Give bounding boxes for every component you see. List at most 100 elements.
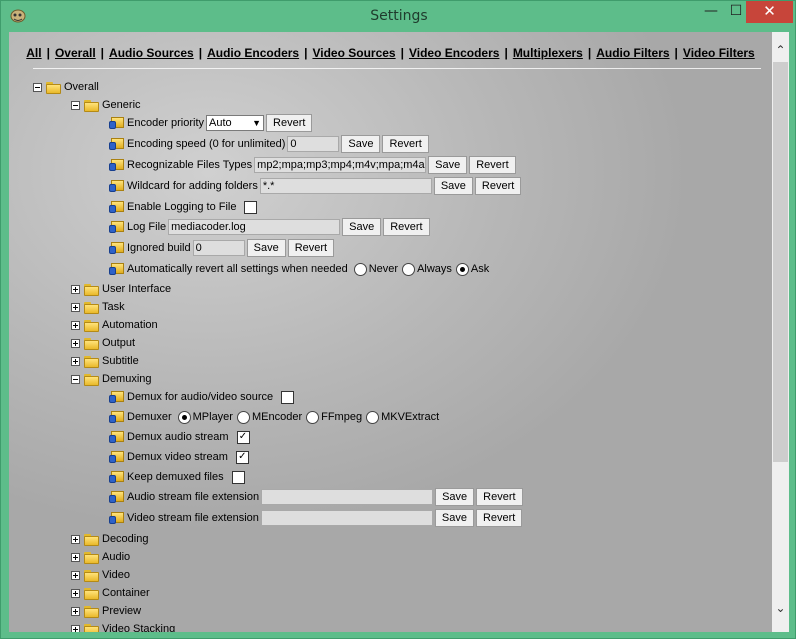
radio-never[interactable] bbox=[353, 262, 367, 276]
tree-node-output[interactable]: Output bbox=[71, 333, 135, 353]
tree-node-container[interactable]: Container bbox=[71, 583, 150, 603]
expand-icon[interactable] bbox=[71, 320, 80, 330]
nav-link-video-encoders[interactable]: Video Encoders bbox=[409, 46, 499, 60]
setting-enable-logging: Enable Logging to File bbox=[109, 197, 258, 217]
revert-button[interactable]: Revert bbox=[474, 177, 522, 195]
expand-icon[interactable] bbox=[71, 588, 80, 598]
tree-node-audio[interactable]: Audio bbox=[71, 547, 130, 567]
keep-demuxed-checkbox[interactable] bbox=[231, 470, 245, 484]
scroll-thumb[interactable] bbox=[773, 62, 788, 462]
setting-audio-ext: Audio stream file extension Save Revert bbox=[109, 487, 523, 507]
expand-icon[interactable] bbox=[71, 552, 80, 562]
setting-demuxer: Demuxer MPlayer MEncoder FFmpeg MKVExtra… bbox=[109, 407, 439, 427]
collapse-icon[interactable] bbox=[71, 100, 80, 110]
scroll-down-arrow-icon[interactable]: ⌄ bbox=[772, 598, 789, 618]
setting-label: Demux video stream bbox=[127, 451, 228, 463]
save-button[interactable]: Save bbox=[434, 509, 474, 527]
settings-window: Settings — ☐ ✕ All | Overall | Audio Sources… bbox=[0, 0, 796, 639]
log-file-input[interactable]: mediacoder.log bbox=[168, 219, 341, 235]
expand-icon[interactable] bbox=[71, 534, 80, 544]
wildcard-input[interactable]: *.* bbox=[259, 178, 432, 194]
nav-link-multiplexers[interactable]: Multiplexers bbox=[513, 46, 583, 60]
save-button[interactable]: Save bbox=[341, 135, 381, 153]
tree-node-generic[interactable]: Generic bbox=[71, 95, 141, 115]
tree-node-subtitle[interactable]: Subtitle bbox=[71, 351, 139, 371]
radio-mencoder[interactable] bbox=[236, 410, 250, 424]
save-button[interactable]: Save bbox=[428, 156, 468, 174]
encoding-speed-input[interactable]: 0 bbox=[287, 136, 340, 152]
folder-icon bbox=[84, 318, 100, 332]
radio-always[interactable] bbox=[402, 262, 416, 276]
revert-button[interactable]: Revert bbox=[287, 239, 335, 257]
tree-node-demuxing[interactable]: Demuxing bbox=[71, 369, 152, 389]
audio-extension-input[interactable] bbox=[261, 489, 434, 505]
setting-label: Ignored build bbox=[127, 242, 191, 254]
save-button[interactable]: Save bbox=[342, 218, 382, 236]
node-label: Automation bbox=[102, 319, 158, 331]
radio-mkvextract[interactable] bbox=[366, 410, 380, 424]
scroll-up-arrow-icon[interactable]: ⌃ bbox=[772, 40, 789, 60]
expand-icon[interactable] bbox=[71, 606, 80, 616]
setting-label: Recognizable Files Types bbox=[127, 159, 253, 171]
demux-audio-checkbox[interactable]: ✓ bbox=[236, 430, 250, 444]
nav-link-overall[interactable]: Overall bbox=[55, 46, 96, 60]
save-button[interactable]: Save bbox=[433, 177, 473, 195]
save-button[interactable]: Save bbox=[435, 488, 475, 506]
collapse-icon[interactable] bbox=[33, 82, 42, 92]
collapse-icon[interactable] bbox=[71, 374, 80, 384]
revert-button[interactable]: Revert bbox=[469, 156, 516, 174]
setting-icon bbox=[109, 157, 125, 173]
save-button[interactable]: Save bbox=[246, 239, 286, 257]
expand-icon[interactable] bbox=[71, 338, 80, 348]
encoder-priority-select[interactable]: Auto ▼ bbox=[206, 115, 265, 131]
nav-link-all[interactable]: All bbox=[26, 46, 41, 60]
revert-button[interactable]: Revert bbox=[475, 509, 523, 527]
expand-icon[interactable] bbox=[71, 570, 80, 580]
tree-node-user-interface[interactable]: User Interface bbox=[71, 279, 171, 299]
expand-icon[interactable] bbox=[71, 302, 80, 312]
expand-icon[interactable] bbox=[71, 284, 80, 294]
revert-button[interactable]: Revert bbox=[266, 114, 313, 132]
vertical-scrollbar[interactable]: ⌃ ⌄ bbox=[772, 32, 789, 632]
demux-source-checkbox[interactable] bbox=[281, 390, 295, 404]
folder-icon bbox=[46, 80, 62, 94]
minimize-button[interactable]: — bbox=[697, 1, 725, 23]
node-label: Generic bbox=[102, 99, 141, 111]
tree-node-overall[interactable]: Overall bbox=[33, 77, 99, 97]
setting-ignored-build: Ignored build 0 Save Revert bbox=[109, 238, 335, 258]
chevron-down-icon: ▼ bbox=[252, 118, 262, 128]
file-types-input[interactable]: mp2;mpa;mp3;mp4;m4v;mpa;m4a; bbox=[254, 157, 427, 173]
setting-label: Demux for audio/video source bbox=[127, 391, 274, 403]
expand-icon[interactable] bbox=[71, 356, 80, 366]
tree-node-task[interactable]: Task bbox=[71, 297, 125, 317]
tree-node-video-stacking[interactable]: Video Stacking bbox=[71, 619, 175, 632]
video-extension-input[interactable] bbox=[260, 510, 433, 526]
demux-video-checkbox[interactable]: ✓ bbox=[235, 450, 249, 464]
radio-mplayer[interactable] bbox=[177, 410, 191, 424]
revert-button[interactable]: Revert bbox=[476, 488, 523, 506]
setting-recognizable-types: Recognizable Files Types mp2;mpa;mp3;mp4… bbox=[109, 155, 516, 175]
tree-node-preview[interactable]: Preview bbox=[71, 601, 141, 621]
radio-ffmpeg[interactable] bbox=[306, 410, 320, 424]
revert-button[interactable]: Revert bbox=[382, 135, 429, 153]
close-button[interactable]: ✕ bbox=[746, 1, 793, 23]
node-label: Decoding bbox=[102, 533, 149, 545]
node-label: Demuxing bbox=[102, 373, 152, 385]
select-value: Auto bbox=[209, 117, 232, 129]
tree-node-video[interactable]: Video bbox=[71, 565, 130, 585]
ignored-build-input[interactable]: 0 bbox=[192, 240, 245, 256]
setting-label: Demux audio stream bbox=[127, 431, 229, 443]
revert-button[interactable]: Revert bbox=[383, 218, 430, 236]
nav-link-audio-filters[interactable]: Audio Filters bbox=[596, 46, 669, 60]
nav-link-audio-sources[interactable]: Audio Sources bbox=[109, 46, 194, 60]
nav-link-video-filters[interactable]: Video Filters bbox=[683, 46, 755, 60]
radio-ask[interactable] bbox=[455, 262, 469, 276]
nav-link-video-sources[interactable]: Video Sources bbox=[312, 46, 395, 60]
setting-label: Encoder priority bbox=[127, 117, 205, 129]
enable-logging-checkbox[interactable] bbox=[244, 200, 258, 214]
tree-node-automation[interactable]: Automation bbox=[71, 315, 158, 335]
nav-link-audio-encoders[interactable]: Audio Encoders bbox=[207, 46, 299, 60]
divider bbox=[33, 68, 761, 69]
tree-node-decoding[interactable]: Decoding bbox=[71, 529, 148, 549]
expand-icon[interactable] bbox=[71, 624, 80, 632]
